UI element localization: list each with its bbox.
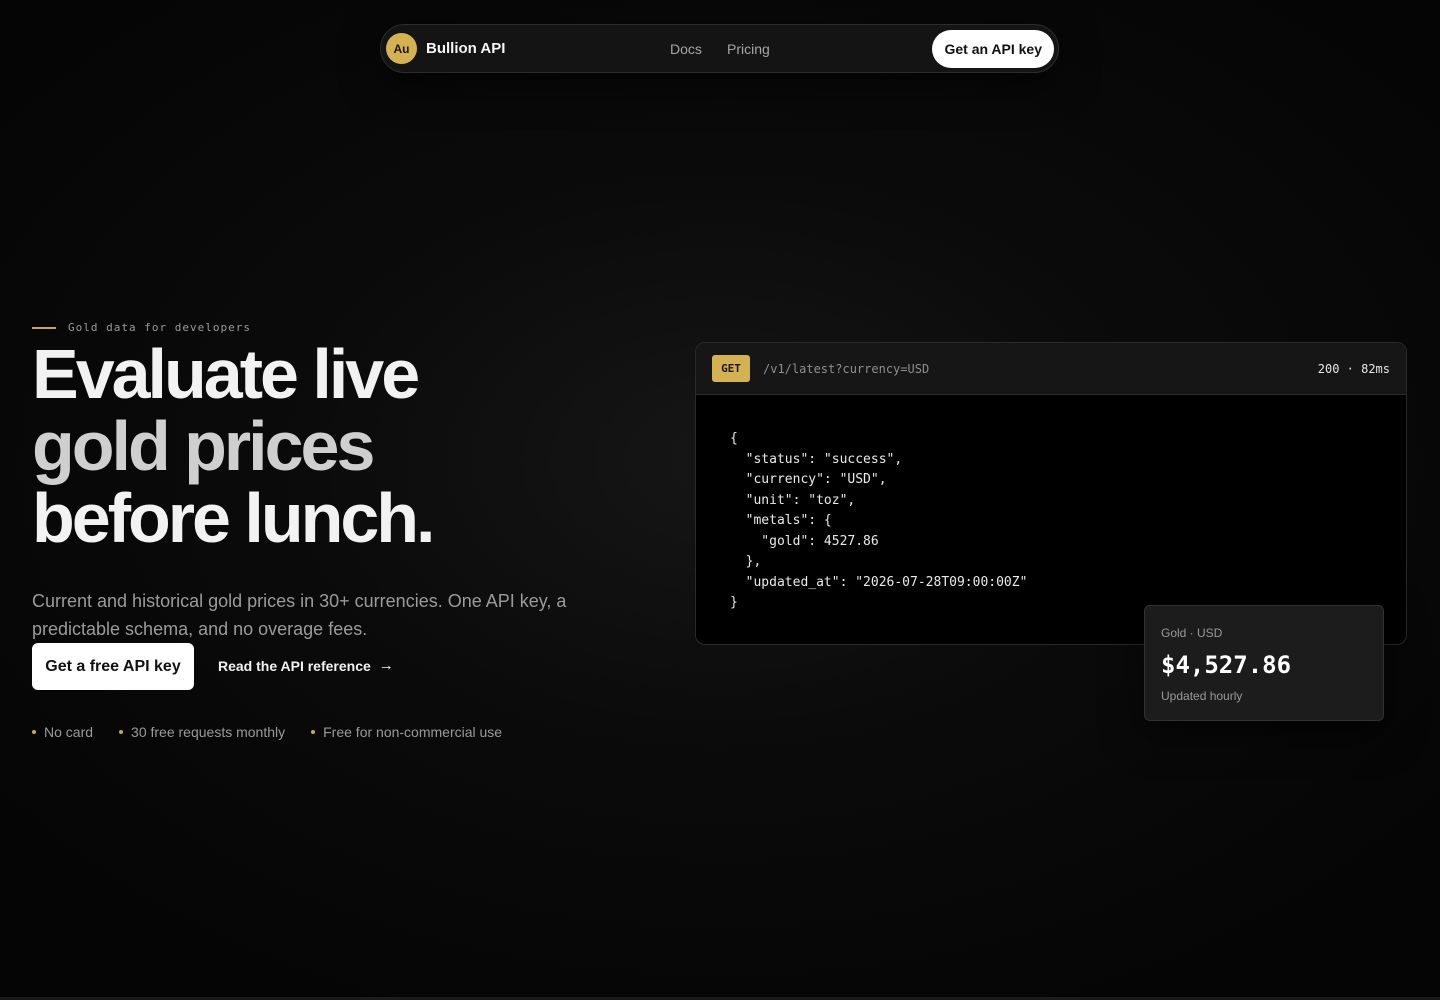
bullet-dot-icon xyxy=(311,730,316,734)
price-label: Gold · USD xyxy=(1161,626,1223,640)
headline-line-3: before lunch. xyxy=(32,479,435,557)
endpoint-path: /v1/latest?currency=USD xyxy=(763,362,930,376)
http-method-badge: GET xyxy=(712,355,750,382)
feature-label: 30 free requests monthly xyxy=(131,724,286,740)
request-header: GET /v1/latest?currency=USD 200 · 82ms xyxy=(696,343,1406,395)
hero-subhead: Current and historical gold prices in 30… xyxy=(32,591,567,639)
nav-link-docs[interactable]: Docs xyxy=(670,41,702,57)
api-reference-label: Read the API reference xyxy=(218,657,371,674)
headline-line-2: gold prices xyxy=(32,407,375,485)
feature-label: Free for non-commercial use xyxy=(323,724,503,740)
eyebrow-line xyxy=(32,326,56,329)
hero-headline: Evaluate live gold prices before lunch. xyxy=(32,338,592,554)
feature-list: No card 30 free requests monthly Free fo… xyxy=(32,724,528,740)
api-reference-link[interactable]: Read the API reference → xyxy=(218,657,394,674)
api-response-panel: GET /v1/latest?currency=USD 200 · 82ms {… xyxy=(695,342,1407,645)
top-nav: Au Bullion API Docs Pricing Get an API k… xyxy=(380,24,1059,73)
json-response: { "status": "success", "currency": "USD"… xyxy=(730,431,1028,610)
feature-item: Free for non-commercial use xyxy=(311,724,502,740)
get-free-api-key-button[interactable]: Get a free API key xyxy=(32,643,194,690)
price-value: $4,527.86 xyxy=(1161,651,1292,679)
nav-link-pricing[interactable]: Pricing xyxy=(727,41,770,57)
response-status: 200 · 82ms xyxy=(1317,362,1390,376)
get-api-key-button[interactable]: Get an API key xyxy=(932,30,1054,68)
headline-line-1: Evaluate live xyxy=(32,335,420,413)
eyebrow-text: Gold data for developers xyxy=(68,321,251,334)
feature-item: 30 free requests monthly xyxy=(119,724,285,740)
feature-item: No card xyxy=(32,724,93,740)
eyebrow: Gold data for developers xyxy=(32,321,251,334)
logo-badge[interactable]: Au xyxy=(386,33,417,64)
brand-name[interactable]: Bullion API xyxy=(426,40,505,57)
price-update-note: Updated hourly xyxy=(1161,689,1243,703)
arrow-right-icon: → xyxy=(378,657,394,674)
feature-label: No card xyxy=(44,724,94,740)
bullet-dot-icon xyxy=(119,730,124,734)
bullet-dot-icon xyxy=(32,730,36,734)
gold-price-card: Gold · USD $4,527.86 Updated hourly xyxy=(1144,605,1384,721)
